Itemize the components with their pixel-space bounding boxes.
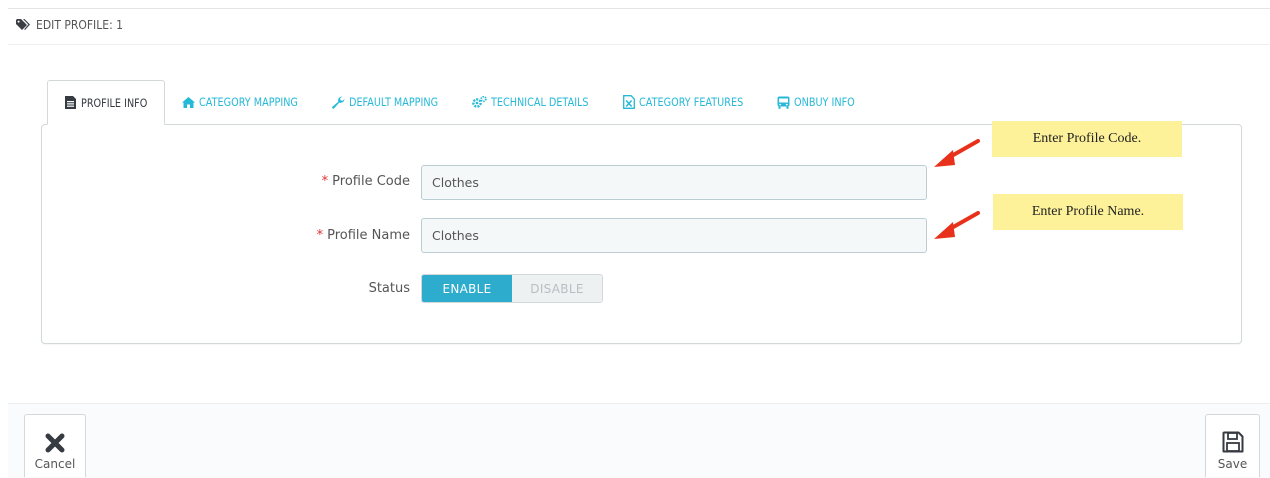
file-excel-icon bbox=[623, 95, 635, 109]
save-button-label: Save bbox=[1217, 457, 1248, 471]
heading-divider bbox=[8, 44, 1270, 45]
bus-icon bbox=[777, 96, 790, 109]
status-label: Status bbox=[368, 281, 410, 296]
callout-arrow-code bbox=[934, 139, 980, 167]
profile-code-input[interactable] bbox=[421, 165, 927, 200]
profile-code-callout: Enter Profile Code. bbox=[992, 121, 1182, 157]
top-divider bbox=[8, 8, 1270, 9]
tab-bar: PROFILE INFO CATEGORY MAPPING DEFAULT MA… bbox=[47, 80, 872, 125]
profile-name-input[interactable] bbox=[421, 218, 927, 253]
status-disable-option[interactable]: DISABLE bbox=[512, 275, 602, 302]
tab-onbuy-info[interactable]: ONBUY INFO bbox=[760, 80, 872, 124]
cancel-button-label: Cancel bbox=[34, 457, 76, 471]
tab-category-features[interactable]: CATEGORY FEATURES bbox=[606, 80, 760, 124]
file-text-icon bbox=[65, 96, 76, 109]
profile-code-label: * Profile Code bbox=[321, 174, 410, 189]
tags-icon bbox=[16, 19, 30, 30]
profile-name-callout: Enter Profile Name. bbox=[993, 194, 1183, 230]
cogs-icon bbox=[472, 96, 488, 108]
save-button[interactable]: Save bbox=[1205, 414, 1260, 477]
status-switch: ENABLE DISABLE bbox=[421, 274, 603, 303]
page-title-text: EDIT PROFILE: 1 bbox=[36, 18, 123, 32]
status-enable-option[interactable]: ENABLE bbox=[422, 275, 512, 302]
callout-arrow-name bbox=[934, 211, 980, 239]
panel-footer bbox=[8, 403, 1270, 478]
required-marker: * bbox=[316, 228, 324, 243]
floppy-disk-icon bbox=[1222, 431, 1243, 453]
tab-technical-details[interactable]: TECHNICAL DETAILS bbox=[455, 80, 606, 124]
page-title: EDIT PROFILE: 1 bbox=[16, 18, 123, 32]
home-icon bbox=[182, 96, 196, 108]
wrench-icon bbox=[332, 96, 345, 109]
tab-category-mapping[interactable]: CATEGORY MAPPING bbox=[165, 80, 315, 124]
tab-default-mapping[interactable]: DEFAULT MAPPING bbox=[315, 80, 455, 124]
tab-profile-info[interactable]: PROFILE INFO bbox=[47, 80, 166, 125]
close-icon bbox=[45, 433, 65, 453]
required-marker: * bbox=[321, 174, 329, 189]
cancel-button[interactable]: Cancel bbox=[24, 414, 86, 477]
profile-name-label: * Profile Name bbox=[316, 228, 410, 243]
